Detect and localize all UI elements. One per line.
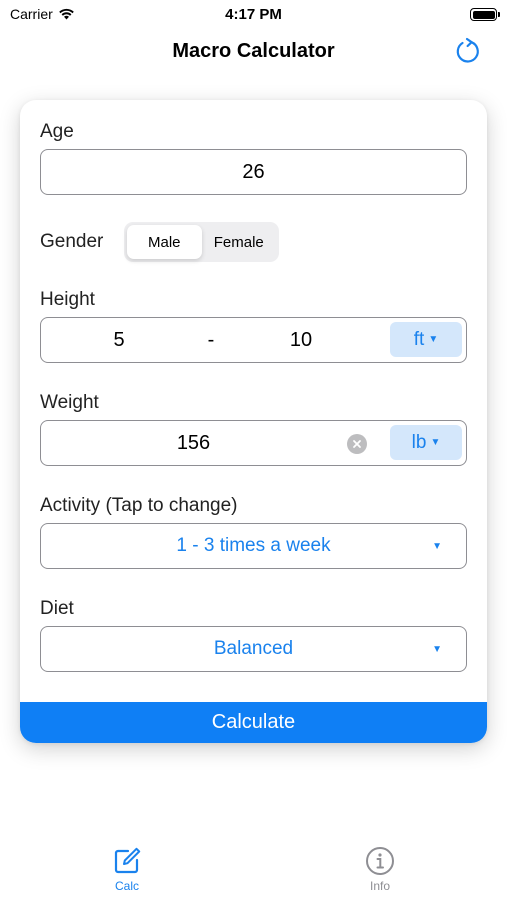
clear-icon[interactable] — [347, 434, 367, 454]
height-unit-button[interactable]: ft ▼ — [390, 322, 462, 357]
gender-label: Gender — [40, 231, 104, 252]
calculate-button[interactable]: Calculate — [20, 702, 487, 743]
height-separator: - — [207, 328, 215, 351]
diet-picker[interactable]: Balanced ▼ — [40, 626, 467, 672]
chevron-down-icon: ▼ — [432, 541, 442, 552]
tab-info-label: Info — [369, 879, 390, 893]
height-label: Height — [40, 289, 95, 310]
gender-segmented-control: Male Female — [124, 222, 279, 262]
weight-value: 156 — [176, 431, 211, 454]
height-field: 5 - 10 ft ▼ — [40, 317, 467, 363]
gender-option-female[interactable]: Female — [202, 225, 277, 259]
chevron-down-icon: ▼ — [432, 644, 442, 655]
weight-unit-button[interactable]: lb ▼ — [390, 425, 462, 460]
weight-label: Weight — [40, 392, 99, 413]
chevron-down-icon: ▼ — [428, 334, 439, 345]
status-bar: Carrier 4:17 PM — [0, 0, 507, 28]
age-label: Age — [40, 121, 74, 142]
info-icon — [366, 847, 394, 875]
age-value: 26 — [242, 160, 265, 183]
tab-bar: Calc Info — [0, 838, 507, 900]
diet-value: Balanced — [213, 638, 294, 659]
chevron-down-icon: ▼ — [430, 437, 441, 448]
edit-icon — [114, 847, 141, 874]
tab-info[interactable]: Info — [330, 846, 430, 893]
battery-icon — [470, 8, 500, 21]
activity-label: Activity (Tap to change) — [40, 495, 238, 516]
gender-option-male[interactable]: Male — [127, 225, 202, 259]
height-inches-input[interactable]: 10 — [251, 318, 351, 362]
refresh-button[interactable] — [453, 36, 483, 66]
activity-picker[interactable]: 1 - 3 times a week ▼ — [40, 523, 467, 569]
diet-label: Diet — [40, 598, 74, 619]
activity-value: 1 - 3 times a week — [176, 535, 331, 556]
weight-unit-label: lb — [411, 431, 427, 453]
form-card: Age 26 Gender Male Female Height 5 - 10 … — [20, 100, 487, 743]
tab-calc[interactable]: Calc — [77, 846, 177, 893]
tab-calc-label: Calc — [114, 879, 139, 893]
refresh-icon — [456, 37, 479, 63]
height-unit-label: ft — [413, 328, 425, 350]
age-field[interactable]: 26 — [40, 149, 467, 195]
page-title: Macro Calculator — [172, 40, 335, 62]
height-feet-input[interactable]: 5 — [71, 318, 167, 362]
clock: 4:17 PM — [225, 6, 282, 23]
weight-field[interactable]: 156 lb ▼ — [40, 420, 467, 466]
